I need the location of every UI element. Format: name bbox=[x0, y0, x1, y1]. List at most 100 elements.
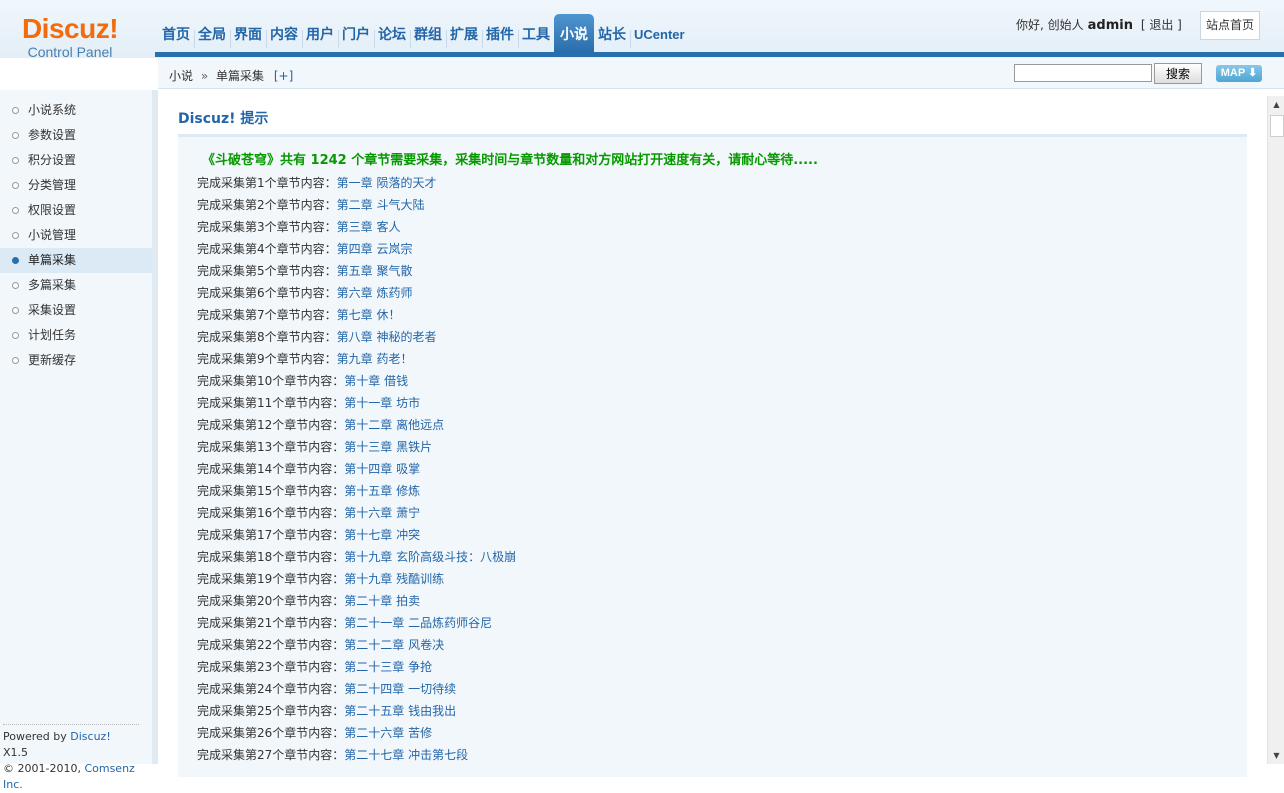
map-label: MAP bbox=[1220, 67, 1245, 79]
bullet-icon bbox=[12, 132, 19, 139]
nav-item-0[interactable]: 首页 bbox=[158, 14, 194, 52]
chapter-link[interactable]: 第九章 药老！ bbox=[337, 352, 413, 366]
list-item: 完成采集第11个章节内容：第十一章 坊市 bbox=[197, 392, 516, 414]
nav-item-2[interactable]: 界面 bbox=[230, 14, 266, 52]
sidebar-item-10[interactable]: 更新缓存 bbox=[0, 348, 152, 373]
chapter-link[interactable]: 第二章 斗气大陆 bbox=[337, 198, 425, 212]
chapter-link[interactable]: 第二十五章 钱由我出 bbox=[344, 704, 456, 718]
chapter-link[interactable]: 第十一章 坊市 bbox=[344, 396, 420, 410]
list-item: 完成采集第27个章节内容：第二十七章 冲击第七段 bbox=[197, 744, 516, 766]
sidebar-item-label: 小说管理 bbox=[28, 228, 77, 242]
sidebar-item-0[interactable]: 小说系统 bbox=[0, 98, 152, 123]
chapter-link[interactable]: 第十四章 吸掌 bbox=[344, 462, 420, 476]
chapter-link[interactable]: 第二十六章 苦修 bbox=[344, 726, 432, 740]
chapter-link[interactable]: 第三章 客人 bbox=[337, 220, 401, 234]
breadcrumb-section[interactable]: 小说 bbox=[169, 69, 193, 83]
chapter-link[interactable]: 第二十章 拍卖 bbox=[344, 594, 420, 608]
scroll-thumb[interactable] bbox=[1270, 115, 1284, 137]
scroll-up-icon[interactable]: ▲ bbox=[1268, 96, 1284, 113]
chapter-status: 完成采集第26个章节内容： bbox=[197, 726, 345, 740]
chapter-link[interactable]: 第十九章 残酷训练 bbox=[344, 572, 444, 586]
chapter-link[interactable]: 第四章 云岚宗 bbox=[337, 242, 413, 256]
nav-item-3[interactable]: 内容 bbox=[266, 14, 302, 52]
chapter-status: 完成采集第16个章节内容： bbox=[197, 506, 345, 520]
logout-bracket-open: [ bbox=[1140, 18, 1146, 32]
sidebar-item-label: 单篇采集 bbox=[28, 253, 77, 267]
chapter-link[interactable]: 第二十四章 一切待续 bbox=[344, 682, 456, 696]
chapter-link[interactable]: 第十七章 冲突 bbox=[344, 528, 420, 542]
chapter-link[interactable]: 第十三章 黑铁片 bbox=[344, 440, 432, 454]
search-input[interactable] bbox=[1014, 64, 1152, 82]
sidebar-menu: 小说系统 参数设置 积分设置 分类管理 权限设置小说管理单篇采集多篇采集 采集设置 计划任务… bbox=[0, 98, 152, 373]
sidebar-item-7[interactable]: 多篇采集 bbox=[0, 273, 152, 298]
page-title: Discuz! 提示 bbox=[178, 111, 269, 127]
discuz-logo[interactable]: Discuz! Control Panel bbox=[0, 14, 140, 61]
chapter-link[interactable]: 第十六章 萧宁 bbox=[344, 506, 420, 520]
nav-item-8[interactable]: 扩展 bbox=[446, 14, 482, 52]
list-item: 完成采集第15个章节内容：第十五章 修炼 bbox=[197, 480, 516, 502]
nav-item-11[interactable]: 小说 bbox=[554, 14, 594, 52]
add-shortcut-button[interactable]: [+] bbox=[274, 69, 293, 83]
chapter-status: 完成采集第14个章节内容： bbox=[197, 462, 345, 476]
chapter-link[interactable]: 第六章 炼药师 bbox=[337, 286, 413, 300]
nav-item-6[interactable]: 论坛 bbox=[374, 14, 410, 52]
sidebar-item-8[interactable]: 采集设置 bbox=[0, 298, 152, 323]
chapter-status: 完成采集第8个章节内容： bbox=[197, 330, 337, 344]
chapter-status: 完成采集第24个章节内容： bbox=[197, 682, 345, 696]
chapter-status: 完成采集第1个章节内容： bbox=[197, 176, 337, 190]
nav-item-4[interactable]: 用户 bbox=[302, 14, 338, 52]
logout-link[interactable]: 退出 bbox=[1149, 18, 1173, 32]
chapter-status: 完成采集第5个章节内容： bbox=[197, 264, 337, 278]
bullet-icon bbox=[12, 282, 19, 289]
discuz-link[interactable]: Discuz! bbox=[70, 730, 110, 743]
chapter-link[interactable]: 第七章 休！ bbox=[337, 308, 401, 322]
chapter-link[interactable]: 第八章 神秘的老者 bbox=[337, 330, 437, 344]
map-button[interactable]: MAP ⬇ bbox=[1216, 65, 1262, 82]
top-nav: 首页 全局 界面 内容 用户 门户 论坛 群组 扩展 插件 工具 小说 站长 UCenter bbox=[158, 14, 689, 52]
list-item: 完成采集第24个章节内容：第二十四章 一切待续 bbox=[197, 678, 516, 700]
sidebar-item-3[interactable]: 分类管理 bbox=[0, 173, 152, 198]
scrollbar[interactable]: ▲ ▼ bbox=[1267, 96, 1284, 764]
bullet-icon bbox=[12, 157, 19, 164]
sidebar-item-2[interactable]: 积分设置 bbox=[0, 148, 152, 173]
list-item: 完成采集第1个章节内容：第一章 陨落的天才 bbox=[197, 172, 516, 194]
chapter-status: 完成采集第21个章节内容： bbox=[197, 616, 345, 630]
chapter-link[interactable]: 第二十一章 二品炼药师谷尼 bbox=[344, 616, 492, 630]
username: admin bbox=[1087, 18, 1133, 33]
chapter-link[interactable]: 第十章 借钱 bbox=[344, 374, 408, 388]
breadcrumb-page: 单篇采集 bbox=[216, 69, 265, 83]
site-home-button[interactable]: 站点首页 bbox=[1200, 11, 1260, 40]
chapter-link[interactable]: 第二十三章 争抢 bbox=[344, 660, 432, 674]
list-item: 完成采集第13个章节内容：第十三章 黑铁片 bbox=[197, 436, 516, 458]
list-item: 完成采集第16个章节内容：第十六章 萧宁 bbox=[197, 502, 516, 524]
chapter-link[interactable]: 第十二章 离他远点 bbox=[344, 418, 444, 432]
chapter-link[interactable]: 第十五章 修炼 bbox=[344, 484, 420, 498]
breadcrumb: 小说 » 单篇采集 [+] bbox=[169, 67, 293, 84]
chapter-status: 完成采集第9个章节内容： bbox=[197, 352, 337, 366]
nav-item-7[interactable]: 群组 bbox=[410, 14, 446, 52]
powered-by-text: Powered by bbox=[3, 730, 67, 743]
nav-item-10[interactable]: 工具 bbox=[518, 14, 554, 52]
nav-item-13[interactable]: UCenter bbox=[630, 14, 689, 52]
list-item: 完成采集第23个章节内容：第二十三章 争抢 bbox=[197, 656, 516, 678]
chapter-link[interactable]: 第二十二章 风卷决 bbox=[344, 638, 444, 652]
chapter-link[interactable]: 第十九章 玄阶高级斗技：八极崩 bbox=[344, 550, 516, 564]
nav-item-9[interactable]: 插件 bbox=[482, 14, 518, 52]
chapter-link[interactable]: 第五章 聚气散 bbox=[337, 264, 413, 278]
sidebar-item-6[interactable]: 单篇采集 bbox=[0, 248, 152, 273]
user-greeting: 你好, 创始人 bbox=[1016, 18, 1084, 32]
nav-item-5[interactable]: 门户 bbox=[338, 14, 374, 52]
footer: Powered by Discuz! X1.5 © 2001-2010, Com… bbox=[3, 724, 139, 793]
sidebar-item-1[interactable]: 参数设置 bbox=[0, 123, 152, 148]
nav-item-1[interactable]: 全局 bbox=[194, 14, 230, 52]
scroll-down-icon[interactable]: ▼ bbox=[1268, 747, 1284, 764]
search-button[interactable]: 搜索 bbox=[1154, 63, 1202, 84]
nav-item-12[interactable]: 站长 bbox=[594, 14, 630, 52]
sidebar-item-5[interactable]: 小说管理 bbox=[0, 223, 152, 248]
chapter-list: 完成采集第1个章节内容：第一章 陨落的天才 完成采集第2个章节内容：第二章 斗气大… bbox=[197, 172, 516, 766]
chapter-link[interactable]: 第二十七章 冲击第七段 bbox=[344, 748, 468, 762]
chapter-link[interactable]: 第一章 陨落的天才 bbox=[337, 176, 437, 190]
sidebar-item-9[interactable]: 计划任务 bbox=[0, 323, 152, 348]
sidebar-item-4[interactable]: 权限设置 bbox=[0, 198, 152, 223]
chapter-status: 完成采集第11个章节内容： bbox=[197, 396, 345, 410]
